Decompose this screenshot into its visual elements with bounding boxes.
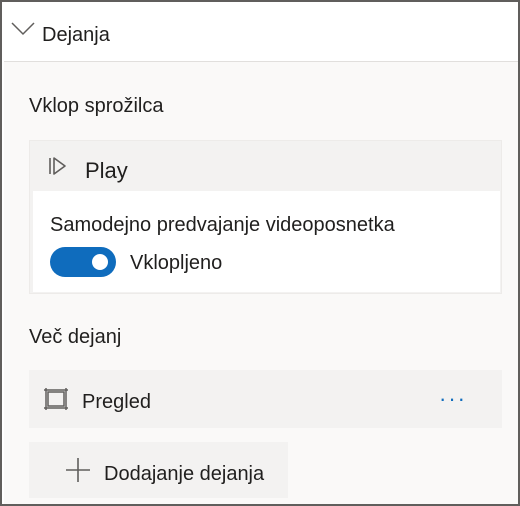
preview-icon bbox=[44, 388, 68, 410]
action-item-label: Pregled bbox=[82, 391, 151, 413]
autoplay-option-label: Samodejno predvajanje videoposnetka bbox=[50, 214, 395, 236]
actions-pane-frame: Dejanja Vklop sprožilca Play Samodejno p… bbox=[0, 0, 520, 506]
add-action-button[interactable]: Dodajanje dejanja bbox=[29, 442, 288, 498]
more-options-button[interactable]: ··· bbox=[433, 384, 473, 414]
autoplay-toggle[interactable] bbox=[50, 247, 116, 277]
more-options-icon: ··· bbox=[439, 386, 467, 411]
trigger-card-title: Play bbox=[85, 158, 128, 183]
chevron-down-icon bbox=[11, 22, 35, 36]
trigger-card-body: Samodejno predvajanje videoposnetka Vklo… bbox=[33, 191, 500, 292]
action-item-preview[interactable]: Pregled ··· bbox=[29, 370, 502, 428]
actions-panel: Dejanja Vklop sprožilca Play Samodejno p… bbox=[4, 4, 518, 504]
section-title: Dejanja bbox=[42, 24, 110, 46]
trigger-card-header[interactable]: Play bbox=[30, 141, 501, 189]
add-action-label: Dodajanje dejanja bbox=[104, 463, 265, 485]
more-actions-label: Več dejanj bbox=[29, 326, 122, 348]
trigger-group-label: Vklop sprožilca bbox=[29, 95, 164, 117]
play-icon bbox=[49, 157, 66, 175]
section-header-actions[interactable]: Dejanja bbox=[4, 4, 518, 62]
toggle-knob bbox=[92, 254, 108, 270]
trigger-card-play: Play Samodejno predvajanje videoposnetka… bbox=[29, 140, 502, 294]
plus-icon bbox=[66, 458, 90, 482]
autoplay-toggle-state: Vklopljeno bbox=[130, 252, 223, 274]
